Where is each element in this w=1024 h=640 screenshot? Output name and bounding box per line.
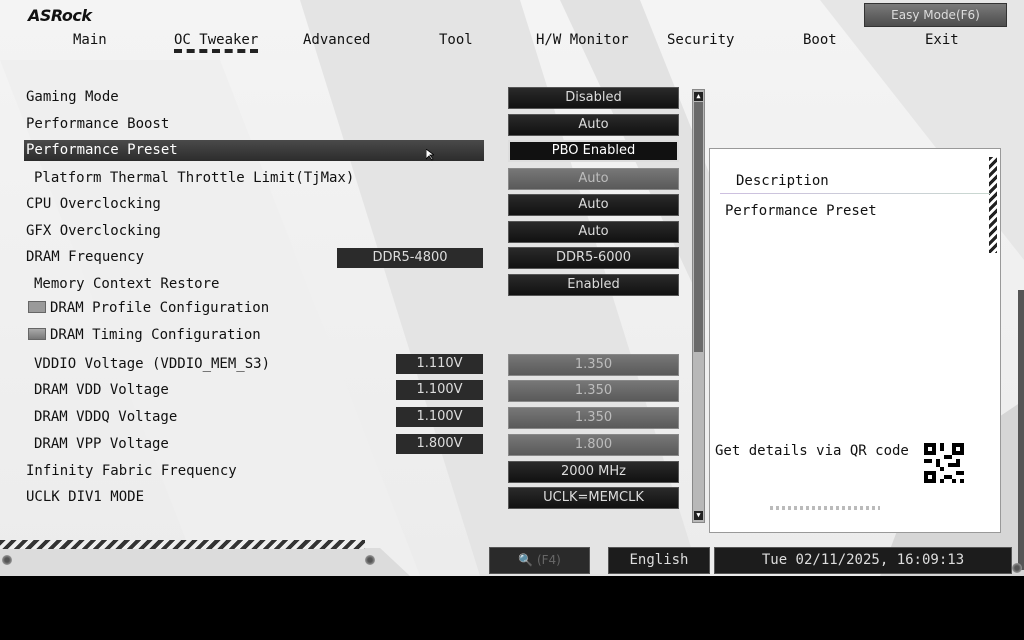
- tab-oc-tweaker[interactable]: OC Tweaker: [174, 32, 259, 53]
- tab-advanced[interactable]: Advanced: [303, 32, 370, 48]
- dram-vdd-current: 1.100V: [396, 380, 483, 400]
- tab-exit[interactable]: Exit: [925, 32, 959, 48]
- mouse-pointer-icon: [426, 149, 434, 161]
- dram-vddq-current: 1.100V: [396, 407, 483, 427]
- panel-hatch-decoration: [989, 157, 997, 253]
- submenu-label: DRAM Profile Configuration: [50, 300, 270, 316]
- setting-vddio-voltage[interactable]: VDDIO Voltage (VDDIO_MEM_S3): [34, 356, 270, 372]
- qr-code-label: Get details via QR code: [715, 443, 909, 459]
- uclk-div1-mode-value[interactable]: UCLK=MEMCLK: [508, 487, 679, 509]
- thermal-throttle-limit-value: Auto: [508, 168, 679, 190]
- setting-dram-frequency[interactable]: DRAM Frequency: [26, 249, 144, 265]
- dram-vpp-value: 1.800: [508, 434, 679, 456]
- qr-code-icon: [924, 443, 964, 483]
- vddio-voltage-current: 1.110V: [396, 354, 483, 374]
- gfx-overclocking-value[interactable]: Auto: [508, 221, 679, 243]
- search-label: (F4): [536, 553, 561, 567]
- setting-performance-preset[interactable]: Performance Preset: [26, 142, 178, 158]
- setting-cpu-overclocking[interactable]: CPU Overclocking: [26, 196, 161, 212]
- selected-row-highlight[interactable]: Performance Preset: [24, 140, 484, 161]
- asrock-logo: ASRock: [28, 6, 92, 25]
- easy-mode-button[interactable]: Easy Mode(F6): [864, 3, 1007, 27]
- description-panel: Description Performance Preset Get detai…: [709, 148, 1001, 533]
- tab-main[interactable]: Main: [73, 32, 107, 48]
- gaming-mode-value[interactable]: Disabled: [508, 87, 679, 109]
- search-button[interactable]: 🔍 (F4): [489, 547, 590, 574]
- folder-open-icon: [28, 328, 46, 340]
- setting-performance-boost[interactable]: Performance Boost: [26, 116, 169, 132]
- dram-frequency-value[interactable]: DDR5-6000: [508, 247, 679, 269]
- tab-security[interactable]: Security: [667, 32, 734, 48]
- vddio-voltage-value: 1.350: [508, 354, 679, 376]
- infinity-fabric-frequency-value[interactable]: 2000 MHz: [508, 461, 679, 483]
- dram-vdd-value: 1.350: [508, 380, 679, 402]
- folder-icon: [28, 301, 46, 313]
- tab-boot[interactable]: Boot: [803, 32, 837, 48]
- setting-dram-vpp-voltage[interactable]: DRAM VPP Voltage: [34, 436, 169, 452]
- setting-gaming-mode[interactable]: Gaming Mode: [26, 89, 119, 105]
- tab-tool[interactable]: Tool: [439, 32, 473, 48]
- bottom-stripe-decoration: [0, 540, 365, 549]
- bios-screen: ASRock Easy Mode(F6) Main OC Tweaker Adv…: [0, 0, 1024, 576]
- description-title: Description: [736, 173, 829, 189]
- setting-thermal-throttle-limit[interactable]: Platform Thermal Throttle Limit(TjMax): [34, 170, 354, 186]
- memory-context-restore-value[interactable]: Enabled: [508, 274, 679, 296]
- performance-boost-value[interactable]: Auto: [508, 114, 679, 136]
- scrollbar[interactable]: ▲ ▼: [692, 89, 705, 523]
- language-button[interactable]: English: [608, 547, 710, 574]
- scroll-up-icon[interactable]: ▲: [694, 92, 703, 101]
- search-icon: 🔍: [518, 553, 534, 567]
- setting-infinity-fabric-frequency[interactable]: Infinity Fabric Frequency: [26, 463, 237, 479]
- screw-icon: [2, 555, 12, 565]
- panel-dots-decoration: [770, 506, 880, 510]
- dram-vddq-value: 1.350: [508, 407, 679, 429]
- submenu-dram-timing-config[interactable]: DRAM Timing Configuration: [28, 327, 261, 343]
- screw-icon: [365, 555, 375, 565]
- description-text: Performance Preset: [725, 203, 877, 219]
- setting-uclk-div1-mode[interactable]: UCLK DIV1 MODE: [26, 489, 144, 505]
- dram-vpp-current: 1.800V: [396, 434, 483, 454]
- performance-preset-value[interactable]: PBO Enabled: [508, 140, 679, 162]
- cpu-overclocking-value[interactable]: Auto: [508, 194, 679, 216]
- dram-frequency-current: DDR5-4800: [337, 248, 483, 268]
- datetime-display: Tue 02/11/2025, 16:09:13: [714, 547, 1012, 574]
- scroll-down-icon[interactable]: ▼: [694, 511, 703, 520]
- setting-dram-vdd-voltage[interactable]: DRAM VDD Voltage: [34, 382, 169, 398]
- tab-hw-monitor[interactable]: H/W Monitor: [536, 32, 629, 48]
- screw-icon: [1012, 563, 1022, 573]
- description-divider: [720, 193, 990, 194]
- scroll-thumb[interactable]: [694, 102, 703, 352]
- setting-memory-context-restore[interactable]: Memory Context Restore: [34, 276, 219, 292]
- setting-gfx-overclocking[interactable]: GFX Overclocking: [26, 223, 161, 239]
- setting-dram-vddq-voltage[interactable]: DRAM VDDQ Voltage: [34, 409, 177, 425]
- submenu-dram-profile-config[interactable]: DRAM Profile Configuration: [28, 300, 269, 316]
- submenu-label: DRAM Timing Configuration: [50, 327, 261, 343]
